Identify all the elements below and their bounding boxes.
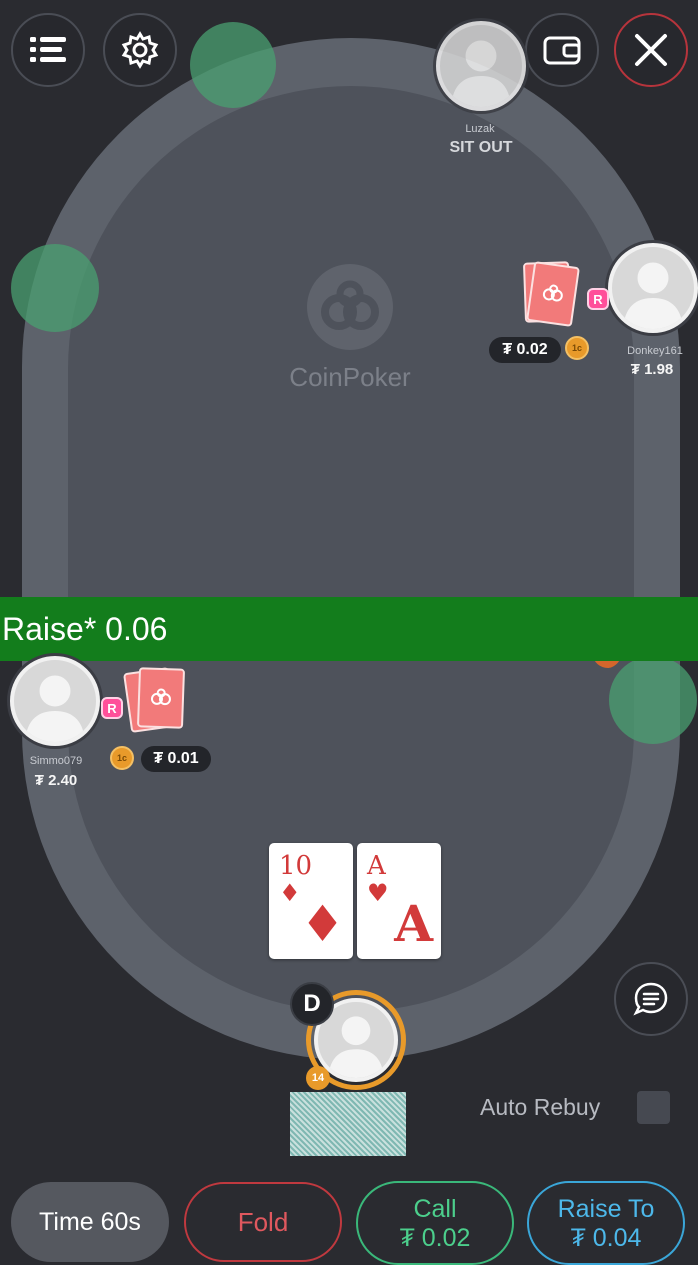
card-rank: A (367, 851, 386, 881)
dealer-button: D (290, 982, 334, 1026)
call-amount: ₮ 0.02 (399, 1224, 471, 1252)
fold-label: Fold (237, 1206, 289, 1237)
call-label: Call (413, 1195, 457, 1223)
chip-icon-left: 1c (110, 746, 134, 770)
menu-button[interactable] (11, 13, 85, 87)
hero-card-1: 10 ♦ ♦ (269, 843, 353, 959)
avatar-right-player (608, 243, 698, 333)
hole-card-back-left-2 (136, 667, 186, 729)
empty-seat-left[interactable] (11, 244, 99, 332)
hole-card-back-right-2 (526, 261, 580, 327)
chip-icon-right: 1c (565, 336, 589, 360)
card-suit-large: ♦ (300, 894, 345, 953)
call-button[interactable]: Call ₮ 0.02 (356, 1181, 514, 1265)
settings-button[interactable] (103, 13, 177, 87)
hero-stack-qr-placeholder (290, 1092, 406, 1156)
wallet-icon (543, 36, 581, 65)
chat-button[interactable] (614, 962, 688, 1036)
auto-rebuy-checkbox[interactable] (637, 1091, 670, 1124)
close-icon (635, 34, 667, 66)
coinpoker-logo-text: CoinPoker (289, 362, 411, 392)
card-rank-large: A (394, 894, 433, 953)
bet-amount-left: ₮ 0.01 (141, 746, 211, 772)
wallet-button[interactable] (525, 13, 599, 87)
fold-button[interactable]: Fold (184, 1182, 342, 1262)
close-button[interactable] (614, 13, 688, 87)
avatar-left-player (10, 656, 100, 746)
chat-icon (633, 982, 668, 1016)
time-bank-button[interactable]: Time 60s (11, 1182, 169, 1262)
time-bank-label: Time 60s (39, 1207, 141, 1236)
card-rank: 10 (279, 851, 313, 881)
hero-level-badge: 14 (306, 1066, 330, 1090)
coin-logo-icon (542, 284, 563, 302)
player-name-right: Donkey161 (627, 345, 683, 357)
player-name-left: Simmo079 (29, 755, 83, 767)
gear-icon (121, 31, 159, 69)
raise-label: Raise To (557, 1195, 655, 1223)
raise-amount: ₮ 0.04 (570, 1224, 642, 1252)
rebuy-badge-left: R (101, 697, 123, 719)
avatar-top-player (436, 21, 526, 111)
player-stack-left: ₮ 2.40 (34, 772, 78, 789)
raise-button[interactable]: Raise To ₮ 0.04 (527, 1181, 685, 1265)
hero-card-2: A ♥ A (357, 843, 441, 959)
rebuy-badge-right: R (587, 288, 609, 310)
auto-rebuy-label: Auto Rebuy (480, 1094, 601, 1120)
action-banner: Raise* 0.06 (0, 597, 698, 661)
coin-logo-icon (150, 688, 171, 706)
empty-seat-top-left[interactable] (190, 22, 276, 108)
coinpoker-logo: CoinPoker (280, 262, 420, 394)
heart-icon: ♥ (367, 879, 389, 907)
player-name-top: Luzak (465, 123, 495, 135)
coinpoker-logo-icon (307, 264, 393, 350)
bet-amount-right: ₮ 0.02 (489, 337, 561, 363)
menu-list-icon (30, 37, 66, 62)
player-status-top: SIT OUT (449, 139, 513, 156)
diamond-icon: ♦ (279, 879, 301, 907)
player-stack-right: ₮ 1.98 (630, 361, 674, 378)
